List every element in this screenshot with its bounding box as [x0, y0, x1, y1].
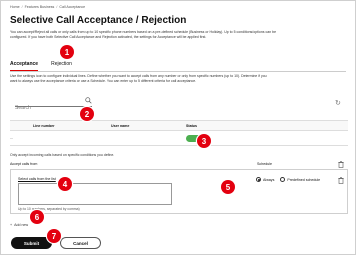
only-accept-text: Only accept incoming calls based on spec… — [10, 153, 115, 157]
refresh-icon[interactable]: ↻ — [335, 100, 342, 107]
search-field — [15, 96, 92, 111]
select-calls-link[interactable]: Select calls from the list — [18, 177, 56, 181]
schedule-label: Schedule — [257, 162, 272, 166]
tab-divider — [10, 71, 346, 72]
callout-badge-6: 6 — [30, 210, 44, 224]
accept-calls-from-label: Accept calls from — [10, 162, 38, 166]
tab-rejection[interactable]: Rejection — [51, 61, 72, 71]
add-new-button[interactable]: + Add new — [10, 223, 28, 227]
breadcrumb-current: Call Acceptance — [59, 5, 86, 9]
callout-badge-3: 3 — [197, 134, 211, 148]
page-title: Selective Call Acceptance / Rejection — [10, 15, 187, 26]
numbers-textarea-wrapper — [18, 183, 172, 205]
search-input[interactable] — [15, 103, 83, 111]
breadcrumb-separator: / — [21, 5, 23, 9]
callout-badge-5: 5 — [221, 180, 235, 194]
radio-predefined[interactable]: Predefined schedule — [280, 177, 320, 182]
numbers-textarea[interactable] — [19, 184, 171, 204]
callout-badge-7: 7 — [47, 229, 61, 243]
table-row[interactable]: ... — [10, 131, 348, 146]
tab-bar: Acceptance Rejection — [10, 61, 72, 71]
search-icon[interactable] — [85, 97, 92, 104]
submit-button[interactable]: Submit — [11, 237, 52, 249]
cancel-button[interactable]: Cancel — [60, 237, 101, 249]
help-text: Use the settings icon to configure indiv… — [10, 74, 267, 83]
radio-predefined-dot[interactable] — [280, 177, 286, 182]
row-status — [186, 134, 246, 142]
callout-badge-4: 4 — [58, 177, 72, 191]
radio-always-dot[interactable] — [256, 177, 261, 182]
breadcrumb: Home / Features Business / Call Acceptan… — [10, 5, 85, 9]
row-expand-handle[interactable]: ... — [10, 136, 33, 140]
trash-icon[interactable] — [338, 161, 344, 168]
page: Home / Features Business / Call Acceptan… — [0, 0, 356, 255]
breadcrumb-features[interactable]: Features Business — [25, 5, 55, 9]
col-status: Status — [186, 123, 197, 128]
col-line-number: Line number — [33, 123, 55, 128]
lines-table: Line number User name Status ... — [10, 120, 348, 146]
col-user-name: User name — [111, 123, 130, 128]
radio-always[interactable]: Always — [256, 177, 274, 182]
table-header: Line number User name Status — [10, 120, 348, 131]
breadcrumb-separator: / — [56, 5, 58, 9]
numbers-hint: Up to 10 numbers, separated by comma) — [18, 207, 80, 211]
breadcrumb-home[interactable]: Home — [10, 5, 20, 9]
plus-icon: + — [10, 223, 13, 227]
add-new-label: Add new — [14, 223, 29, 227]
schedule-options: Always Predefined schedule — [256, 177, 320, 182]
page-description: You can accept/Reject all calls or only … — [10, 30, 277, 39]
callout-badge-2: 2 — [80, 107, 94, 121]
tab-acceptance[interactable]: Acceptance — [10, 61, 39, 71]
callout-badge-1: 1 — [60, 45, 74, 59]
radio-always-label: Always — [263, 177, 275, 182]
radio-predefined-label: Predefined schedule — [287, 177, 321, 182]
trash-icon[interactable] — [338, 177, 344, 184]
